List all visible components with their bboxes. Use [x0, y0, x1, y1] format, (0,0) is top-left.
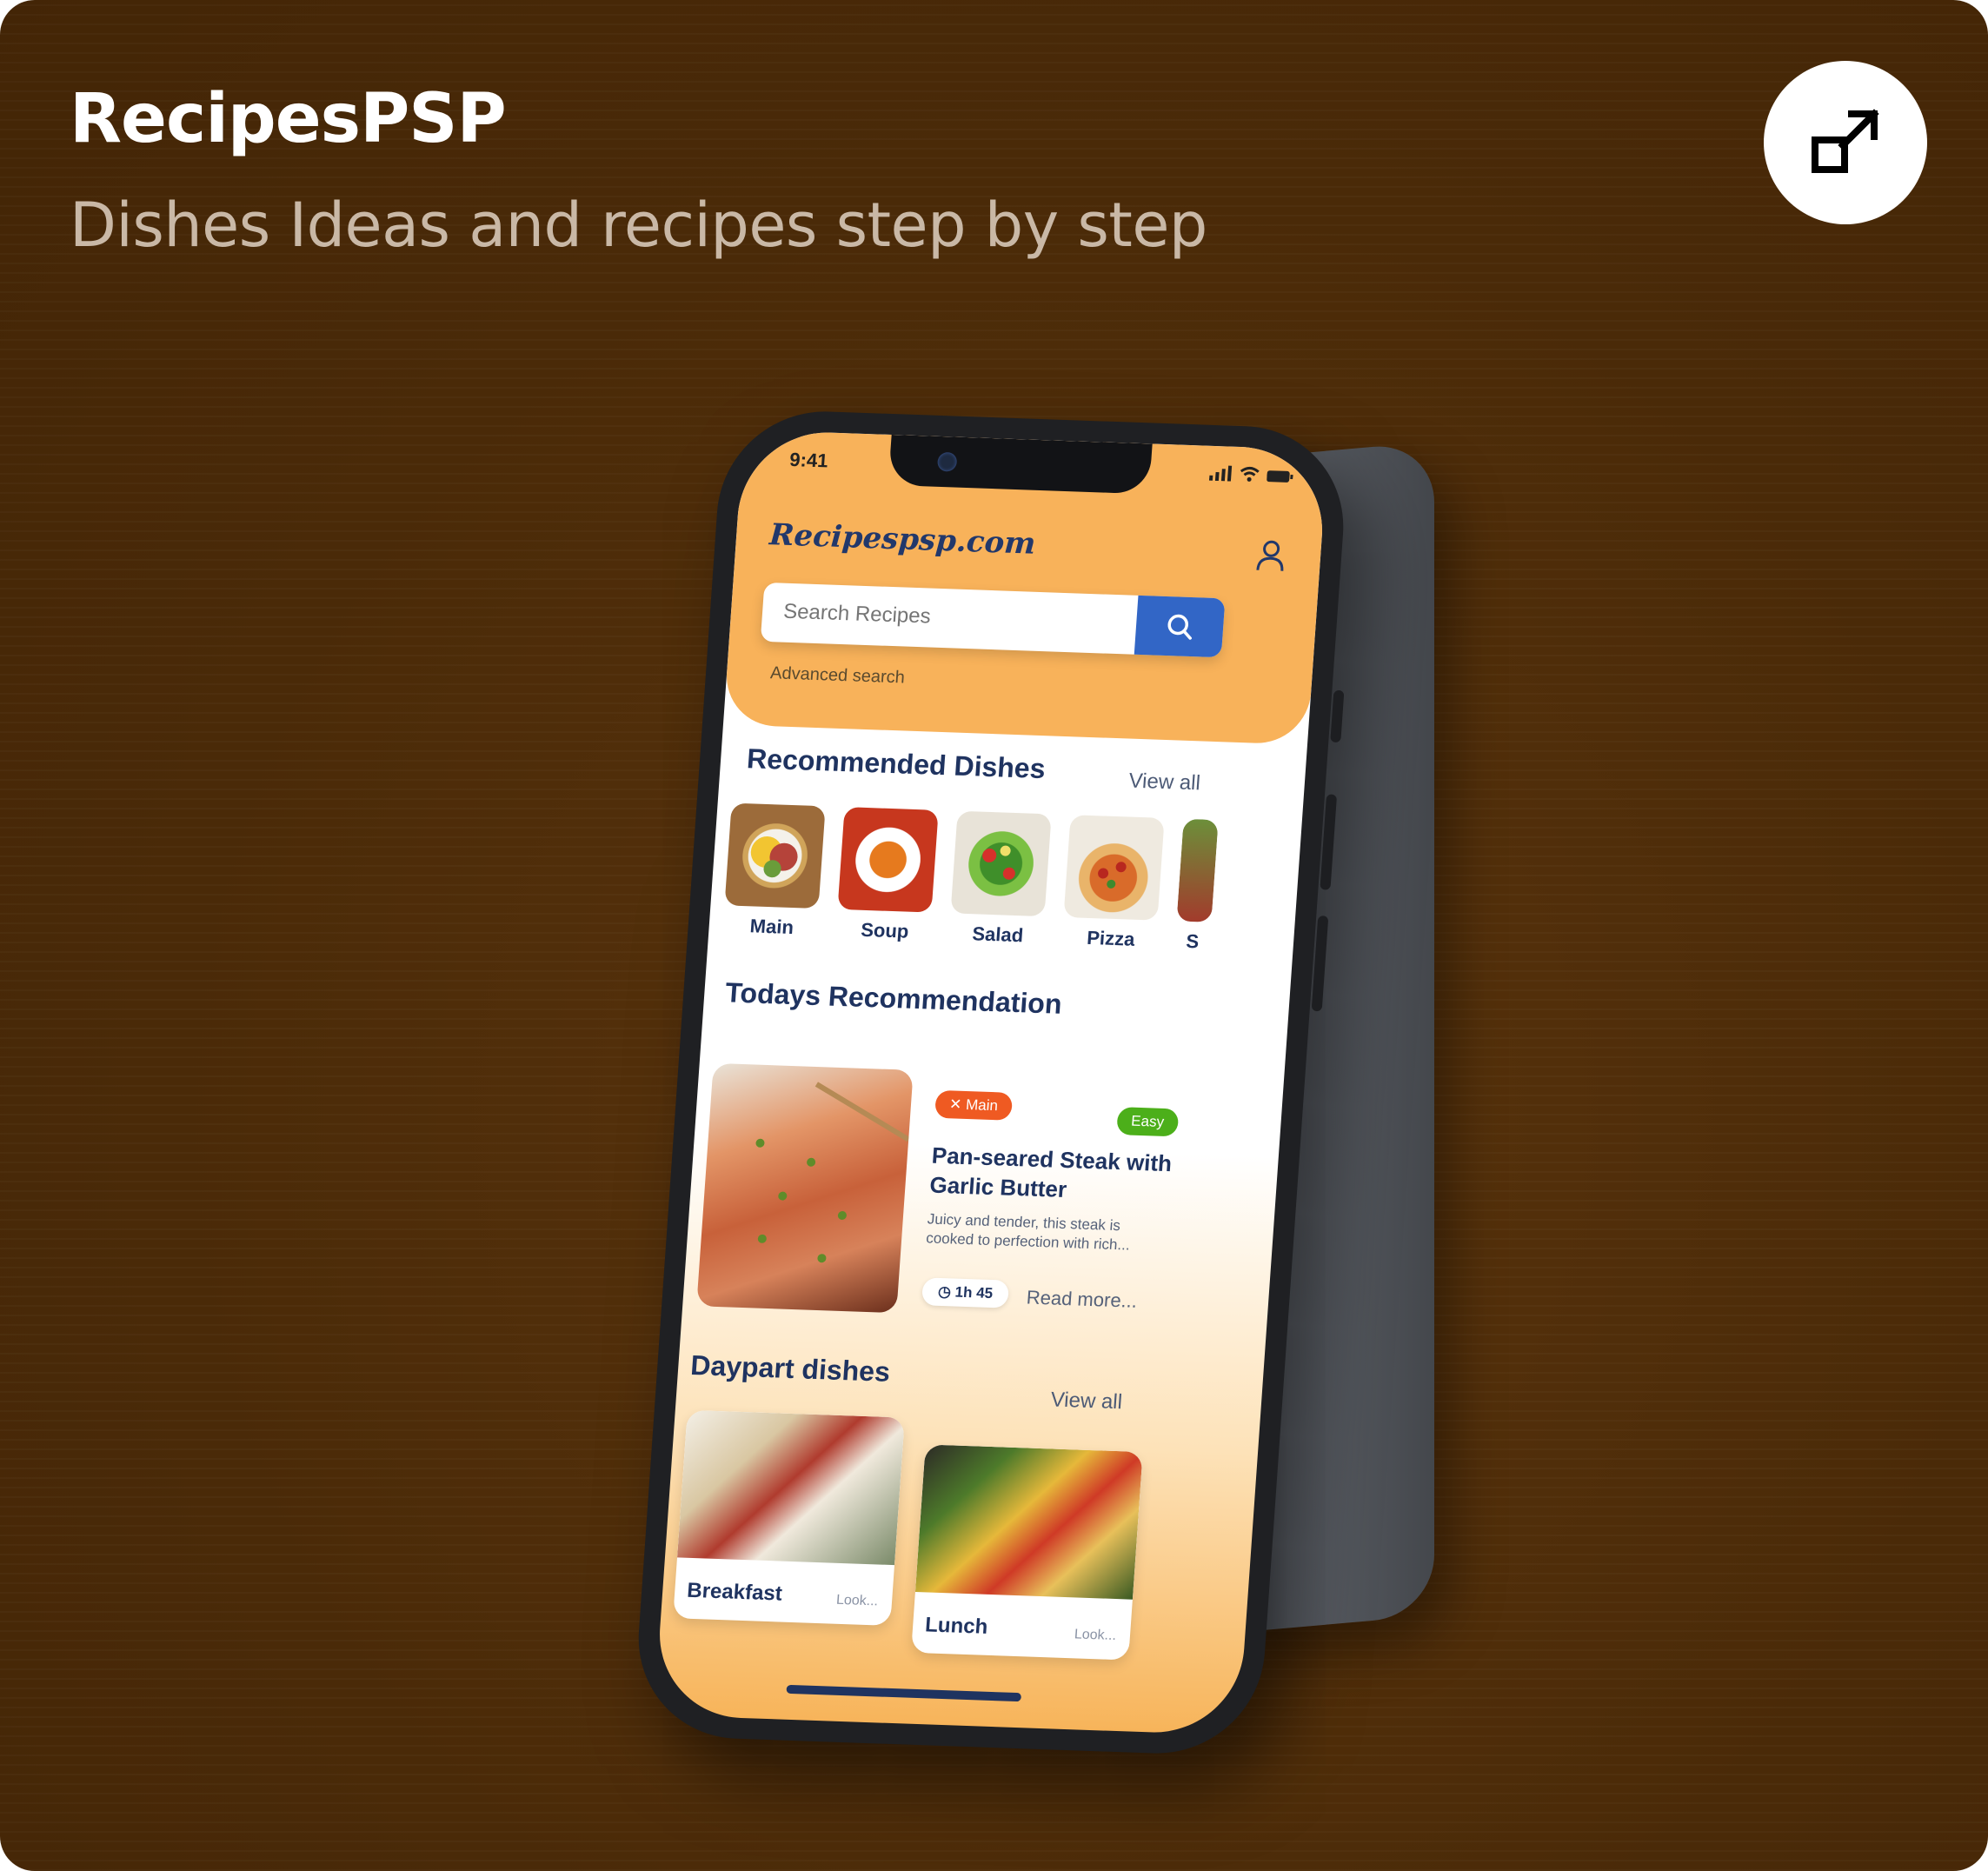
daypart-title: Daypart dishes [689, 1348, 892, 1388]
category-list: Main Soup Salad Pizza S [722, 802, 1219, 954]
category-partial[interactable]: S [1174, 818, 1219, 954]
recommended-title: Recommended Dishes [746, 742, 1047, 785]
category-badge-label: Main [965, 1096, 999, 1115]
recommendation-card[interactable]: ✕ Main Easy Pan-seared Steak with Garlic… [695, 1062, 1200, 1341]
card-subtitle: Dishes Ideas and recipes step by step [70, 190, 1207, 261]
daypart-card-breakfast[interactable]: Breakfast Look... [673, 1409, 905, 1626]
daypart-look-link[interactable]: Look... [1074, 1627, 1116, 1644]
search-icon [1167, 614, 1192, 640]
category-badge: ✕ Main [934, 1089, 1014, 1121]
category-image [724, 802, 826, 909]
duration-pill: ◷ 1h 45 [921, 1277, 1010, 1308]
cutlery-icon: ✕ [948, 1095, 967, 1113]
user-icon[interactable] [1255, 539, 1287, 573]
daypart-look-link[interactable]: Look... [835, 1593, 878, 1610]
category-label: Main [748, 915, 795, 939]
category-image [1176, 818, 1219, 922]
home-indicator[interactable] [786, 1684, 1022, 1702]
todays-recommendation-title: Todays Recommendation [724, 976, 1063, 1020]
clock-icon: ◷ [937, 1282, 956, 1301]
category-label: S [1185, 929, 1200, 953]
daypart-label: Lunch [924, 1613, 989, 1639]
category-pizza[interactable]: Pizza [1061, 815, 1168, 952]
duration-value: 1h 45 [954, 1283, 994, 1302]
open-project-button[interactable] [1764, 61, 1927, 224]
external-link-icon [1812, 109, 1879, 173]
category-image [837, 807, 939, 913]
dish-title: Pan-seared Steak with Garlic Butter [928, 1142, 1174, 1203]
camera-icon [936, 451, 958, 472]
category-label: Pizza [1086, 926, 1136, 950]
phone-screen: 9:41 Recipespsp.com Search Recipes Advan… [654, 429, 1328, 1735]
category-soup[interactable]: Soup [835, 807, 942, 944]
search-button[interactable] [1134, 595, 1226, 658]
status-time: 9:41 [788, 448, 829, 472]
phone-notch [888, 435, 1153, 495]
daypart-card-lunch[interactable]: Lunch Look... [911, 1444, 1143, 1661]
breakfast-image [677, 1409, 905, 1566]
difficulty-badge: Easy [1116, 1107, 1180, 1137]
dish-image [696, 1062, 914, 1314]
daypart-label: Breakfast [686, 1578, 783, 1606]
battery-icon [1267, 470, 1293, 483]
status-icons [1208, 465, 1293, 483]
category-image [1063, 815, 1165, 921]
signal-icon [1208, 465, 1233, 482]
wifi-icon [1240, 466, 1260, 482]
category-image [950, 810, 1052, 917]
read-more-link[interactable]: Read more... [1026, 1286, 1138, 1312]
lunch-image [914, 1444, 1143, 1600]
card-title: RecipesPSP [70, 80, 507, 158]
daypart-view-all[interactable]: View all [1050, 1388, 1123, 1415]
category-label: Salad [971, 922, 1025, 947]
category-salad[interactable]: Salad [948, 810, 1055, 949]
phone-mockup: 9:41 Recipespsp.com Search Recipes Advan… [631, 408, 1351, 1757]
dish-description: Juicy and tender, this steak is cooked t… [925, 1210, 1131, 1254]
search-input[interactable] [781, 598, 1117, 636]
project-card: RecipesPSP Dishes Ideas and recipes step… [0, 0, 1988, 1871]
recommended-view-all[interactable]: View all [1128, 769, 1201, 796]
category-main[interactable]: Main [722, 802, 829, 941]
category-label: Soup [860, 918, 910, 942]
